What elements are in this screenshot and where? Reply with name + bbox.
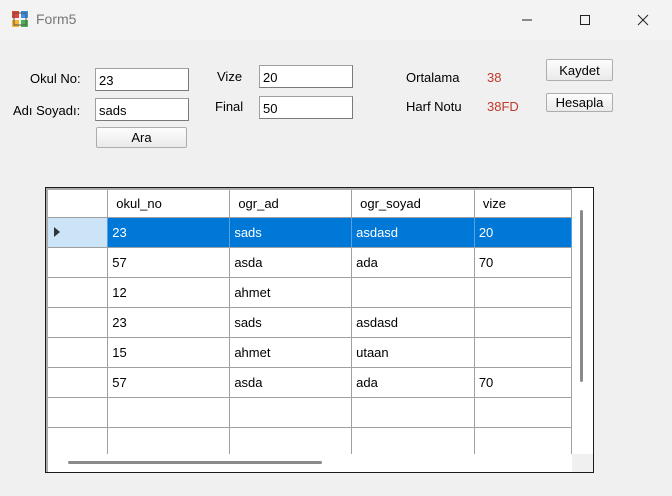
row-header[interactable] (48, 247, 109, 278)
column-header-ogr-ad[interactable]: ogr_ad (229, 190, 353, 218)
table-row[interactable]: 57 asda ada 70 (48, 367, 573, 398)
grid-cell[interactable]: sads (229, 307, 353, 338)
grid-cell[interactable]: ahmet (229, 337, 353, 368)
ara-button[interactable]: Ara (96, 127, 187, 148)
row-header[interactable] (48, 367, 109, 398)
grid-cell[interactable] (351, 427, 475, 458)
grid-cell[interactable]: asdasd (351, 217, 475, 248)
adi-soyadi-label: Adı Soyadı: (13, 103, 81, 118)
ortalama-value: 38 (487, 70, 502, 85)
harf-notu-value: 38FD (487, 99, 519, 114)
row-header[interactable] (48, 397, 109, 428)
title-bar: Form5 (0, 0, 672, 40)
maximize-button[interactable] (556, 0, 614, 40)
grid-cell[interactable]: 70 (474, 367, 573, 398)
grid-cell[interactable] (351, 397, 475, 428)
grid-cell[interactable]: asdasd (351, 307, 475, 338)
grid-cell[interactable]: 12 (107, 277, 231, 308)
grid-cell[interactable]: ada (351, 367, 475, 398)
grid-table: okul_no ogr_ad ogr_soyad vize 23 sads as… (48, 190, 573, 458)
scrollbar-corner (572, 454, 593, 472)
grid-cell[interactable] (474, 307, 573, 338)
final-label: Final (215, 99, 244, 114)
grid-cell[interactable] (474, 397, 573, 428)
grid-cell[interactable]: 57 (107, 367, 231, 398)
data-grid[interactable]: okul_no ogr_ad ogr_soyad vize 23 sads as… (45, 187, 594, 473)
grid-cell[interactable] (474, 337, 573, 368)
grid-cell[interactable]: ahmet (229, 277, 353, 308)
okul-no-label: Okul No: (30, 71, 81, 86)
grid-cell[interactable] (474, 427, 573, 458)
grid-cell[interactable]: 23 (107, 307, 231, 338)
current-row-arrow-icon (54, 227, 60, 237)
column-header-ogr-soyad[interactable]: ogr_soyad (351, 190, 475, 218)
grid-cell[interactable] (107, 397, 231, 428)
minimize-button[interactable] (498, 0, 556, 40)
grid-cell[interactable] (229, 397, 353, 428)
grid-cell[interactable]: utaan (351, 337, 475, 368)
minimize-icon (522, 19, 532, 21)
vize-label: Vize (217, 69, 243, 84)
grid-cell[interactable]: 23 (107, 217, 231, 248)
grid-cell[interactable]: asda (229, 367, 353, 398)
window-title: Form5 (36, 11, 77, 27)
grid-cell[interactable]: asda (229, 247, 353, 278)
close-button[interactable] (614, 0, 672, 40)
close-icon (637, 14, 649, 26)
maximize-icon (580, 15, 590, 25)
harf-notu-label: Harf Notu (406, 99, 462, 114)
table-row[interactable]: 15 ahmet utaan (48, 337, 573, 368)
table-row[interactable]: 57 asda ada 70 (48, 247, 573, 278)
vertical-scrollbar[interactable] (572, 188, 593, 454)
table-row[interactable]: 23 sads asdasd (48, 307, 573, 338)
grid-cell[interactable]: ada (351, 247, 475, 278)
row-header[interactable] (48, 337, 109, 368)
grid-cell[interactable] (474, 277, 573, 308)
adi-soyadi-input[interactable] (95, 98, 189, 121)
row-header[interactable] (48, 307, 109, 338)
grid-cell[interactable] (229, 427, 353, 458)
table-row[interactable]: 23 sads asdasd 20 (48, 217, 573, 248)
row-header[interactable] (48, 277, 109, 308)
row-header[interactable] (48, 217, 109, 248)
final-input[interactable] (259, 96, 353, 119)
okul-no-input[interactable] (95, 68, 189, 91)
column-header-okul-no[interactable]: okul_no (107, 190, 231, 218)
grid-cell[interactable] (351, 277, 475, 308)
app-icon (12, 11, 28, 27)
grid-header-row: okul_no ogr_ad ogr_soyad vize (48, 190, 573, 218)
grid-cell[interactable]: 15 (107, 337, 231, 368)
row-header[interactable] (48, 427, 109, 458)
hesapla-button[interactable]: Hesapla (546, 93, 613, 112)
grid-cell[interactable] (107, 427, 231, 458)
grid-cell[interactable]: 20 (474, 217, 573, 248)
kaydet-button[interactable]: Kaydet (546, 59, 613, 81)
table-row[interactable] (48, 427, 573, 458)
horizontal-scroll-thumb[interactable] (68, 461, 322, 464)
vize-input[interactable] (259, 65, 353, 88)
grid-cell[interactable]: 70 (474, 247, 573, 278)
grid-cell[interactable]: 57 (107, 247, 231, 278)
grid-viewport: okul_no ogr_ad ogr_soyad vize 23 sads as… (48, 190, 573, 458)
ortalama-label: Ortalama (406, 70, 460, 85)
vertical-scroll-thumb[interactable] (580, 210, 583, 382)
grid-corner-header[interactable] (48, 190, 109, 218)
grid-cell[interactable]: sads (229, 217, 353, 248)
horizontal-scrollbar[interactable] (48, 454, 572, 472)
table-row[interactable] (48, 397, 573, 428)
column-header-vize[interactable]: vize (474, 190, 573, 218)
table-row[interactable]: 12 ahmet (48, 277, 573, 308)
